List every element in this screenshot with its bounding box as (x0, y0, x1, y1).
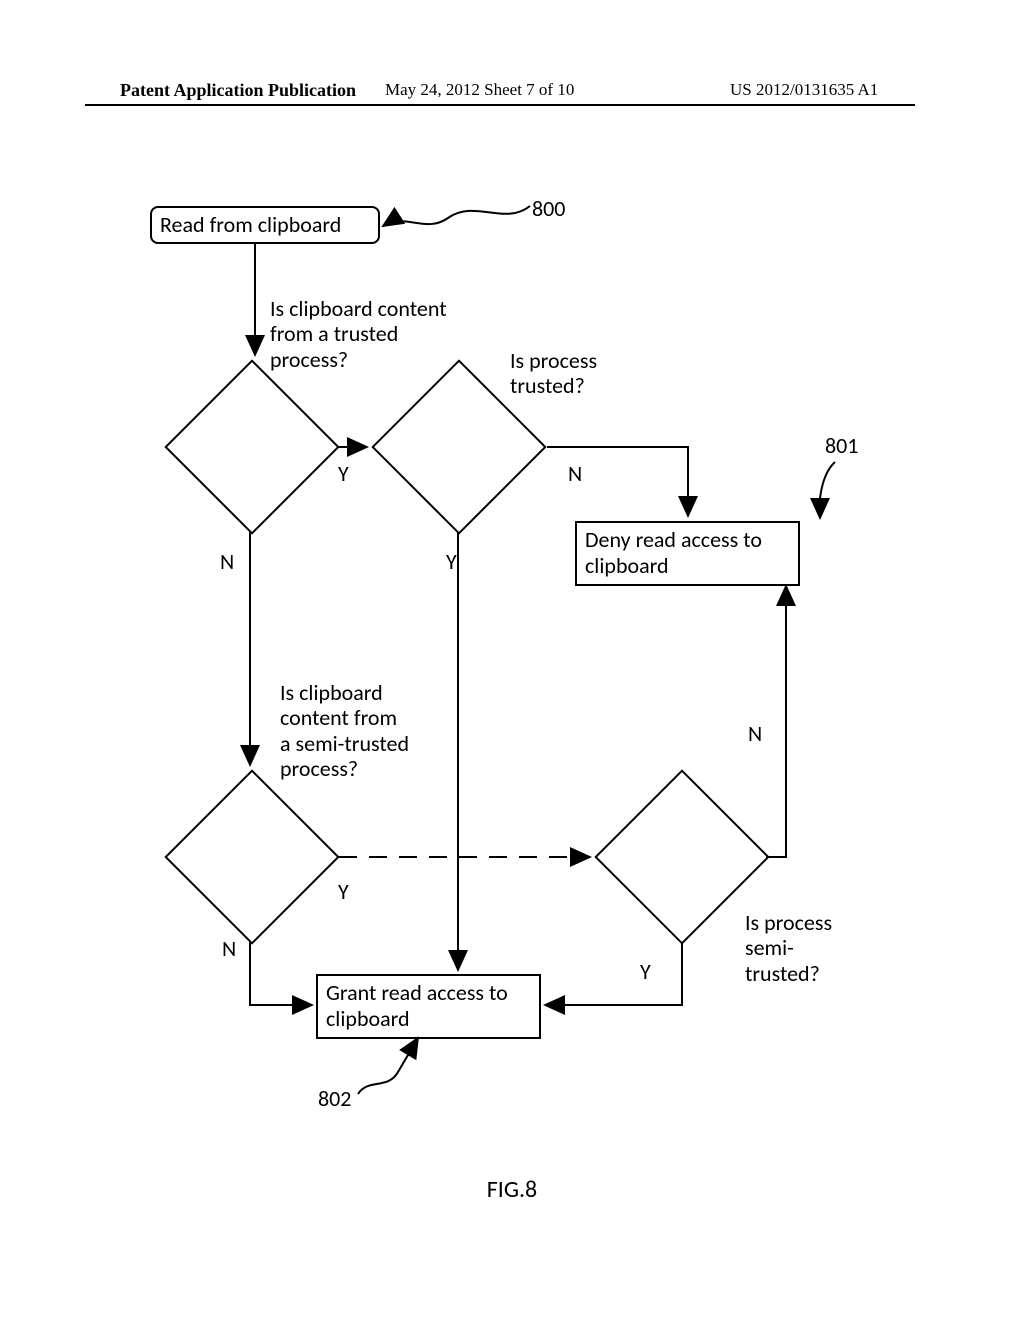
edge-d3-y: Y (338, 878, 349, 905)
patent-figure-page: Patent Application Publication May 24, 2… (0, 0, 1024, 1320)
ref-801: 801 (825, 432, 858, 459)
edge-d3-n: N (222, 935, 236, 962)
header-date-sheet: May 24, 2012 Sheet 7 of 10 (385, 80, 574, 100)
node-deny: Deny read access to clipboard (575, 521, 800, 586)
node-start: Read from clipboard (150, 206, 380, 244)
decision-clipboard-semi-trusted (164, 769, 339, 944)
ref-800: 800 (532, 195, 565, 222)
question-d4-text: Is process semi- trusted? (745, 910, 832, 986)
edge-d2-y: Y (446, 548, 457, 575)
edge-d4-y: Y (640, 958, 651, 985)
decision-process-semi-trusted (594, 769, 769, 944)
question-d2-text: Is process trusted? (510, 348, 597, 399)
header-publication-type: Patent Application Publication (120, 80, 356, 101)
edge-d4-n: N (748, 720, 762, 747)
question-d3-text: Is clipboard content from a semi-trusted… (280, 680, 409, 781)
header-publication-number: US 2012/0131635 A1 (730, 80, 878, 100)
flow-connectors (0, 0, 1024, 1320)
figure-caption: FIG.8 (0, 1175, 1024, 1204)
edge-d1-y: Y (338, 460, 349, 487)
header-rule (85, 104, 915, 106)
question-d1-text: Is clipboard content from a trusted proc… (270, 296, 447, 372)
node-grant: Grant read access to clipboard (316, 974, 541, 1039)
decision-clipboard-trusted (164, 359, 339, 534)
ref-802: 802 (318, 1085, 351, 1112)
edge-d1-n: N (220, 548, 234, 575)
edge-d2-n: N (568, 460, 582, 487)
